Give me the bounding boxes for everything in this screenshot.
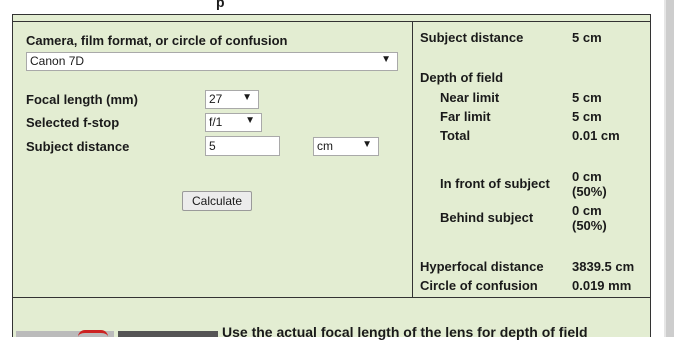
focal-length-select[interactable]: 27 ▼ <box>205 90 259 109</box>
in-front-percent: (50%) <box>572 184 607 199</box>
column-divider <box>412 21 413 299</box>
red-ring-icon <box>78 330 108 337</box>
subject-distance-label: Subject distance <box>26 139 130 154</box>
behind-value: 0 cm <box>572 203 602 218</box>
in-front-label: In front of subject <box>440 176 550 191</box>
near-limit-value: 5 cm <box>572 90 602 105</box>
coc-value: 0.019 mm <box>572 278 632 293</box>
page-title-fragment: p <box>216 0 225 10</box>
behind-percent: (50%) <box>572 218 607 233</box>
calculate-button[interactable]: Calculate <box>182 191 252 211</box>
far-limit-label: Far limit <box>440 109 491 124</box>
result-subject-distance-label: Subject distance <box>420 30 524 45</box>
in-front-value: 0 cm <box>572 169 602 184</box>
total-label: Total <box>440 128 471 143</box>
scrollbar-thumb[interactable] <box>666 0 674 337</box>
hyperfocal-label: Hyperfocal distance <box>420 259 544 274</box>
behind-label: Behind subject <box>440 210 534 225</box>
focal-length-label: Focal length (mm) <box>26 92 138 107</box>
fstop-value: f/1 <box>209 115 223 129</box>
dof-heading: Depth of field <box>420 70 504 85</box>
distance-unit-value: cm <box>317 139 333 153</box>
focal-length-value: 27 <box>209 92 223 106</box>
camera-label: Camera, film format, or circle of confus… <box>26 33 288 48</box>
lens-photo-2 <box>118 331 218 337</box>
near-limit-label: Near limit <box>440 90 500 105</box>
hyperfocal-value: 3839.5 cm <box>572 259 635 274</box>
chevron-down-icon: ▼ <box>242 92 252 103</box>
fstop-label: Selected f-stop <box>26 115 120 130</box>
footer-caption: Use the actual focal length of the lens … <box>222 324 588 340</box>
chevron-down-icon: ▼ <box>245 115 255 126</box>
total-value: 0.01 cm <box>572 128 620 143</box>
chevron-down-icon: ▼ <box>362 139 372 150</box>
result-subject-distance-value: 5 cm <box>572 30 602 45</box>
coc-label: Circle of confusion <box>420 278 538 293</box>
distance-unit-select[interactable]: cm ▼ <box>313 137 379 156</box>
chevron-down-icon: ▼ <box>381 54 391 65</box>
subject-distance-input[interactable]: 5 <box>205 136 280 156</box>
panel-top-divider <box>12 21 651 22</box>
camera-select[interactable]: Canon 7D ▼ <box>26 52 398 71</box>
fstop-select[interactable]: f/1 ▼ <box>205 113 262 132</box>
far-limit-value: 5 cm <box>572 109 602 124</box>
camera-select-value: Canon 7D <box>30 54 85 68</box>
